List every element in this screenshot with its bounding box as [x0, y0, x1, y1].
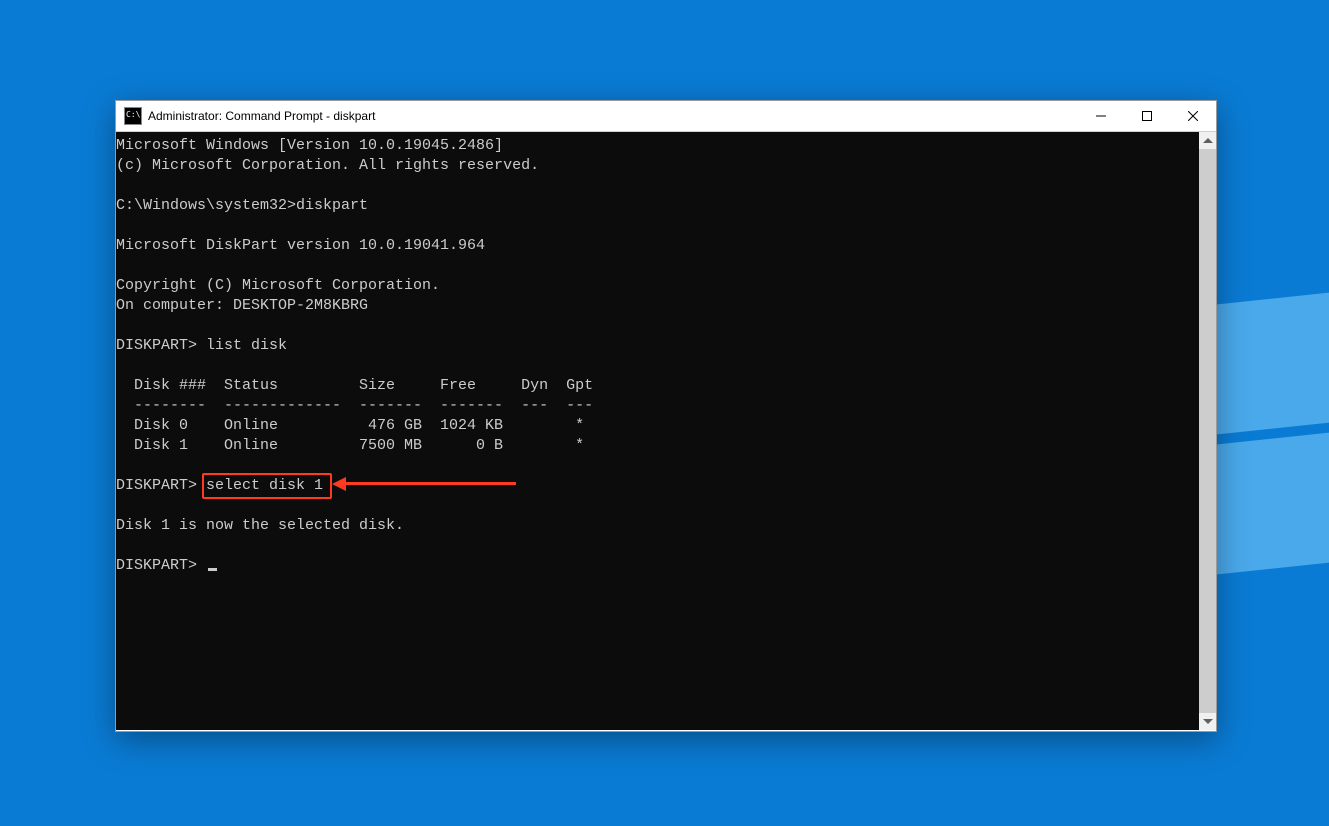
terminal-cursor — [208, 568, 217, 571]
vertical-scrollbar[interactable] — [1199, 132, 1216, 730]
terminal-line: DISKPART> list disk — [116, 337, 287, 354]
minimize-button[interactable] — [1078, 101, 1124, 131]
terminal-line: On computer: DESKTOP-2M8KBRG — [116, 297, 368, 314]
scroll-down-button[interactable] — [1199, 713, 1216, 730]
terminal-line: Microsoft DiskPart version 10.0.19041.96… — [116, 237, 485, 254]
terminal-line: (c) Microsoft Corporation. All rights re… — [116, 157, 539, 174]
terminal-command-highlighted: select disk 1 — [206, 477, 323, 494]
desktop-background: Administrator: Command Prompt - diskpart… — [0, 0, 1329, 826]
terminal-line: Disk 1 Online 7500 MB 0 B * — [116, 437, 584, 454]
command-prompt-window: Administrator: Command Prompt - diskpart… — [115, 100, 1217, 732]
terminal-line: Disk 0 Online 476 GB 1024 KB * — [116, 417, 584, 434]
terminal-line: Disk ### Status Size Free Dyn Gpt — [116, 377, 593, 394]
scrollbar-thumb[interactable] — [1199, 149, 1216, 713]
titlebar[interactable]: Administrator: Command Prompt - diskpart — [116, 101, 1216, 132]
terminal-line: Copyright (C) Microsoft Corporation. — [116, 277, 440, 294]
cmd-app-icon — [124, 107, 142, 125]
terminal-line: Microsoft Windows [Version 10.0.19045.24… — [116, 137, 503, 154]
scroll-up-button[interactable] — [1199, 132, 1216, 149]
terminal-output[interactable]: Microsoft Windows [Version 10.0.19045.24… — [116, 132, 1199, 730]
terminal-line: C:\Windows\system32>diskpart — [116, 197, 368, 214]
terminal-line: -------- ------------- ------- ------- -… — [116, 397, 593, 414]
terminal-prompt: DISKPART> — [116, 557, 206, 574]
window-title: Administrator: Command Prompt - diskpart — [148, 109, 375, 123]
terminal-prompt: DISKPART> — [116, 477, 206, 494]
maximize-button[interactable] — [1124, 101, 1170, 131]
terminal-line: Disk 1 is now the selected disk. — [116, 517, 404, 534]
close-button[interactable] — [1170, 101, 1216, 131]
